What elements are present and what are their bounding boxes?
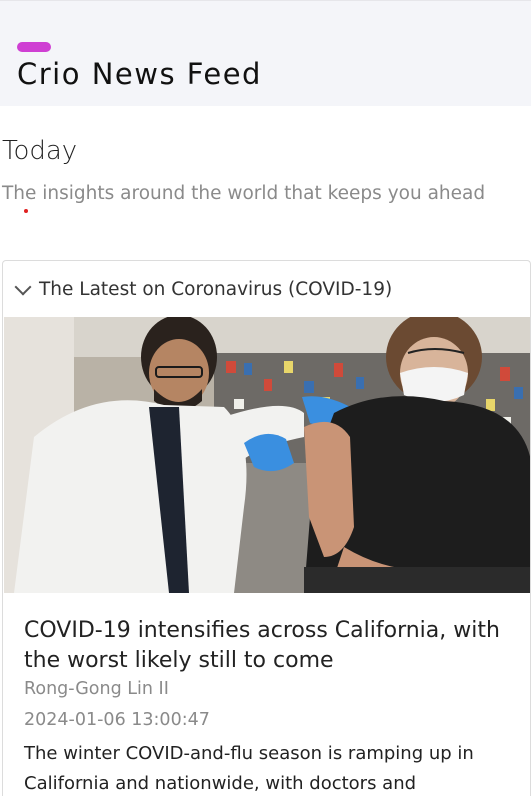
section-title: The Latest on Coronavirus (COVID-19): [39, 278, 393, 300]
article-image[interactable]: [4, 317, 530, 593]
page-title: Today: [2, 136, 78, 166]
article-headline[interactable]: COVID-19 intensifies across California, …: [24, 616, 524, 676]
section-toggle[interactable]: The Latest on Coronavirus (COVID-19): [3, 261, 530, 317]
brand-accent: [17, 42, 51, 52]
article-summary: The winter COVID-and-flu season is rampi…: [24, 743, 474, 794]
page-subtitle: The insights around the world that keeps…: [2, 183, 486, 204]
article-date: 2024-01-06 13:00:47: [24, 710, 210, 730]
app-header: Crio News Feed: [0, 0, 531, 106]
article-author: Rong-Gong Lin II: [24, 679, 169, 699]
app-title: Crio News Feed: [17, 57, 262, 91]
chevron-down-icon: [14, 278, 32, 296]
news-section-card: The Latest on Coronavirus (COVID-19) COV…: [2, 260, 531, 796]
cursor-dot: [24, 209, 28, 213]
